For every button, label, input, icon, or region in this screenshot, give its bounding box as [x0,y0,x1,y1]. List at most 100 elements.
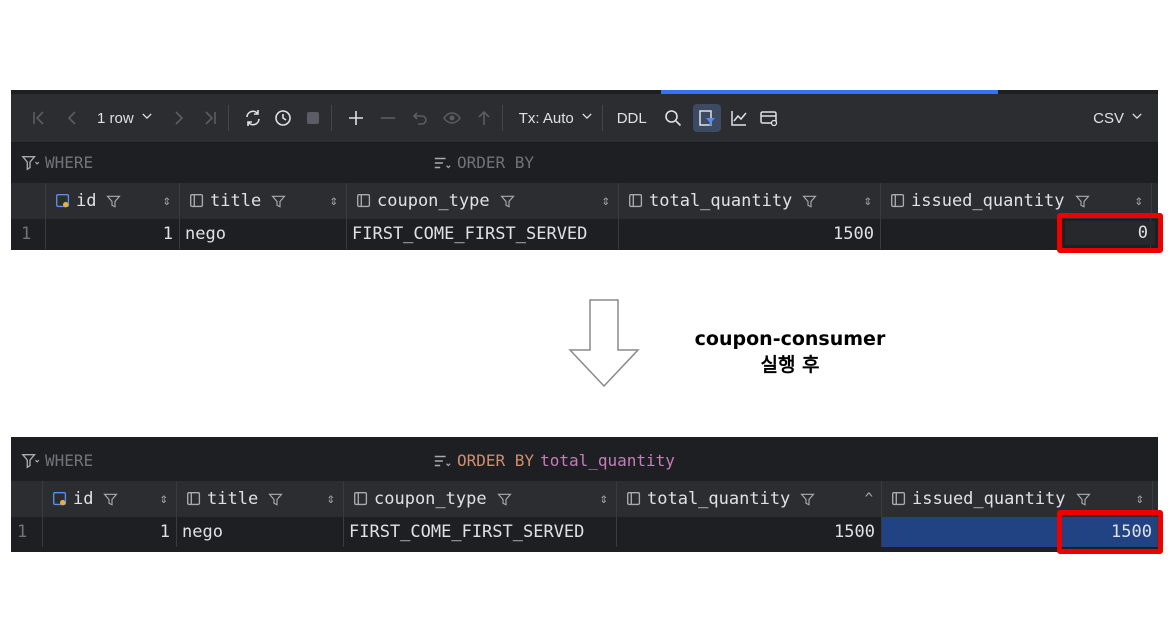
sort-toggle-icon[interactable]: ⇕ [160,491,168,507]
toolbar-divider [501,105,503,131]
sort-lines-icon [434,157,451,168]
revert-icon[interactable] [410,104,430,132]
column-header-total-quantity[interactable]: total_quantity ⇕ [619,183,881,219]
column-type-icon [892,492,906,506]
sort-lines-icon [434,455,451,466]
column-header-id[interactable]: id ⇕ [46,183,180,219]
sort-toggle-icon[interactable]: ⇕ [864,193,872,209]
column-header-row: id ⇕ title ⇕ coupon_type ⇕ total_quantit… [11,183,1158,219]
tx-label: Tx: Auto [518,109,574,127]
result-grid-after: WHERE ORDER BY total_quantity id ⇕ title… [11,437,1158,552]
column-filter-icon[interactable] [1074,194,1090,209]
column-filter-icon[interactable] [103,492,119,507]
preview-eye-icon[interactable] [442,104,462,132]
chart-icon[interactable] [729,104,749,132]
column-type-icon [190,194,204,208]
filter-funnel-icon [21,155,39,171]
rows-dropdown[interactable]: 1 row [97,104,154,132]
last-page-icon[interactable] [200,104,220,132]
delete-row-icon[interactable] [378,104,398,132]
export-format-dropdown[interactable]: CSV [1093,104,1144,132]
add-row-icon[interactable] [346,104,366,132]
sort-toggle-icon[interactable]: ⇕ [600,491,608,507]
column-name: title [210,191,262,211]
cell-id[interactable]: 1 [43,517,177,547]
transition-caption: coupon-consumer 실행 후 [690,326,890,378]
primary-key-column-icon [56,194,70,208]
column-name: coupon_type [374,489,487,509]
where-label: WHERE [45,153,94,172]
cell-total-quantity[interactable]: 1500 [619,219,881,249]
column-type-icon [891,194,905,208]
cell-total-quantity[interactable]: 1500 [617,517,882,547]
column-filter-icon[interactable] [802,194,818,209]
column-header-title[interactable]: title ⇕ [177,481,344,517]
cell-title[interactable]: nego [180,219,347,249]
sort-toggle-icon[interactable]: ⇕ [330,193,338,209]
column-filter-icon[interactable] [800,492,816,507]
column-header-id[interactable]: id ⇕ [43,481,177,517]
cell-id[interactable]: 1 [46,219,180,249]
column-filter-icon[interactable] [499,194,515,209]
filter-panel-toggle-icon[interactable] [692,104,721,132]
toolbar-divider [330,105,332,131]
view-settings-icon[interactable] [759,104,779,132]
cell-coupon-type[interactable]: FIRST_COME_FIRST_SERVED [344,517,617,547]
transaction-mode-dropdown[interactable]: Tx: Auto [519,104,594,132]
ddl-button[interactable]: DDL [617,104,647,132]
chevron-down-icon [580,109,594,127]
prev-page-icon[interactable] [63,104,83,132]
next-page-icon[interactable] [168,104,188,132]
column-name: total_quantity [649,191,793,211]
column-header-total-quantity[interactable]: total_quantity ^ [617,481,882,517]
toolbar-divider [227,105,229,131]
sort-toggle-icon[interactable]: ⇕ [1136,491,1144,507]
column-name: total_quantity [647,489,791,509]
where-filter[interactable]: WHERE [21,451,93,470]
history-clock-icon[interactable] [273,104,293,132]
filter-funnel-icon [21,453,39,469]
caption-line-1: coupon-consumer [694,328,886,350]
column-name: issued_quantity [912,489,1066,509]
sort-toggle-icon[interactable]: ⇕ [163,193,171,209]
filter-bar: WHERE ORDER BY [11,143,1158,184]
orderby-filter[interactable]: ORDER BY total_quantity [433,451,675,470]
search-icon[interactable] [663,104,683,132]
export-label: CSV [1093,109,1124,127]
column-header-title[interactable]: title ⇕ [180,183,347,219]
submit-up-arrow-icon[interactable] [474,104,494,132]
column-header-coupon-type[interactable]: coupon_type ⇕ [347,183,619,219]
filter-bar: WHERE ORDER BY total_quantity [11,441,1158,482]
first-page-icon[interactable] [29,104,49,132]
refresh-icon[interactable] [243,104,263,132]
sort-ascending-icon[interactable]: ^ [865,491,873,507]
sort-toggle-icon[interactable]: ⇕ [602,193,610,209]
table-row: 1 1 nego FIRST_COME_FIRST_SERVED 1500 [11,517,1158,547]
column-type-icon [354,492,368,506]
orderby-filter[interactable]: ORDER BY [433,153,534,172]
cell-coupon-type[interactable]: FIRST_COME_FIRST_SERVED [347,219,619,249]
primary-key-column-icon [53,492,67,506]
issued-quantity-before-highlighted: 0 [1137,223,1148,243]
table-row: 1 1 nego FIRST_COME_FIRST_SERVED 1500 0 [11,219,1158,249]
column-name: title [207,489,259,509]
where-filter[interactable]: WHERE [21,153,93,172]
row-number: 1 [11,517,43,547]
toolbar-divider [601,105,603,131]
column-filter-icon[interactable] [1075,492,1091,507]
column-header-row: id ⇕ title ⇕ coupon_type ⇕ total_quantit… [11,481,1158,517]
column-filter-icon[interactable] [271,194,286,209]
cell-title[interactable]: nego [177,517,344,547]
column-name: issued_quantity [911,191,1065,211]
column-filter-icon[interactable] [106,194,122,209]
column-filter-icon[interactable] [268,492,283,507]
column-filter-icon[interactable] [496,492,512,507]
row-number: 1 [11,219,46,249]
sort-toggle-icon[interactable]: ⇕ [327,491,335,507]
sort-toggle-icon[interactable]: ⇕ [1135,193,1143,209]
column-header-coupon-type[interactable]: coupon_type ⇕ [344,481,617,517]
stop-icon[interactable] [303,104,323,132]
column-name: id [76,191,97,211]
chevron-down-icon [1130,109,1144,127]
column-type-icon [357,194,371,208]
